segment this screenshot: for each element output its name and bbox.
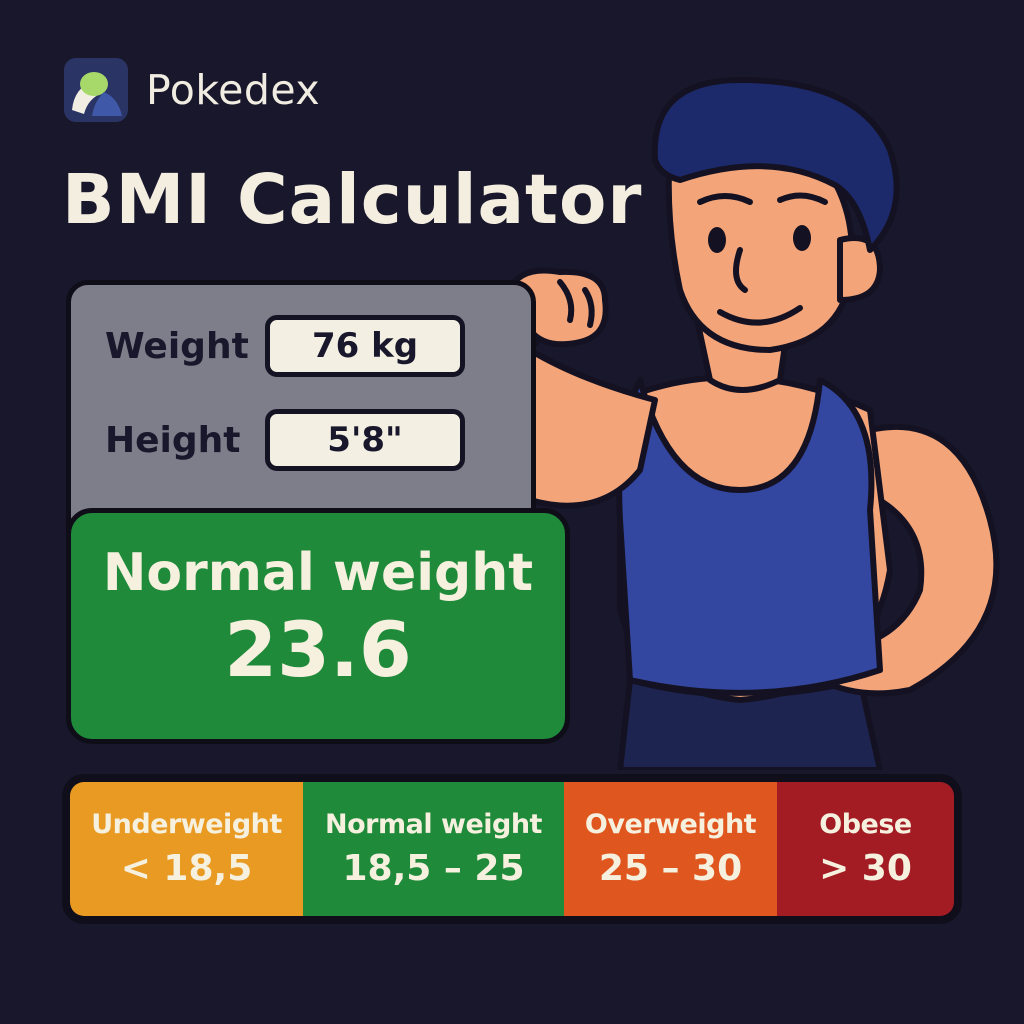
height-label: Height: [105, 419, 241, 461]
scale-segment-normal: Normal weight 18,5 – 25: [303, 782, 564, 916]
scale-segment-range: > 30: [819, 848, 912, 889]
scale-segment-overweight: Overweight 25 – 30: [564, 782, 777, 916]
scale-segment-range: 18,5 – 25: [342, 848, 525, 889]
scale-segment-underweight: Underweight < 18,5: [70, 782, 303, 916]
weight-row: Weight: [105, 315, 465, 377]
bmi-category-scale: Underweight < 18,5 Normal weight 18,5 – …: [62, 774, 962, 924]
scale-segment-range: 25 – 30: [598, 848, 743, 889]
height-input[interactable]: [265, 409, 465, 471]
result-category: Normal weight: [102, 543, 534, 603]
scale-segment-range: < 18,5: [120, 848, 253, 889]
scale-segment-obese: Obese > 30: [777, 782, 954, 916]
weight-label: Weight: [105, 325, 249, 367]
scale-segment-name: Overweight: [584, 809, 757, 840]
bmi-value: 23.6: [224, 605, 412, 694]
app-name: Pokedex: [146, 66, 321, 114]
bmi-calculator-screen: Pokedex BMI Calculator Weight 76 kg Heig…: [0, 0, 1024, 1024]
weight-input[interactable]: [265, 315, 465, 377]
scale-segment-name: Normal weight: [325, 809, 542, 840]
bmi-result-card: Normal weight 23.6: [66, 508, 570, 744]
brand-header: Pokedex: [64, 58, 320, 122]
app-logo-icon: [64, 58, 128, 122]
height-row: Height: [105, 409, 465, 471]
scale-segment-name: Underweight: [91, 809, 282, 840]
scale-segment-name: Obese: [819, 809, 912, 840]
